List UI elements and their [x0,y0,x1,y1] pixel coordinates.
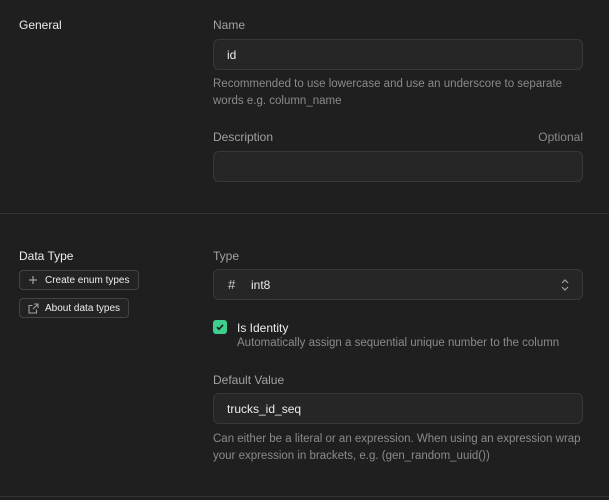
description-label: Description [213,130,274,144]
type-select-value: int8 [251,277,271,292]
is-identity-description: Automatically assign a sequential unique… [237,337,560,349]
name-label: Name [213,18,246,32]
type-select[interactable]: # int8 [213,269,583,300]
data-type-section-title: Data Type [19,249,74,263]
is-identity-checkbox[interactable] [213,320,227,334]
name-input[interactable] [213,39,583,70]
hash-icon: # [228,277,236,292]
about-data-types-button[interactable]: About data types [19,298,130,318]
chevron-up-down-icon [560,278,572,292]
section-divider [0,213,609,214]
external-link-icon [27,302,39,314]
default-value-help-text: Can either be a literal or an expression… [213,433,581,462]
general-section-title: General [19,18,62,32]
check-icon [216,324,224,331]
description-input[interactable] [213,151,583,182]
description-optional-tag: Optional [538,130,583,144]
about-data-types-label: About data types [45,302,121,314]
name-help-text: Recommended to use lowercase and use an … [213,78,563,107]
bottom-divider [0,496,609,497]
create-enum-types-label: Create enum types [45,274,130,286]
create-enum-types-button[interactable]: Create enum types [19,270,139,290]
column-editor-panel: General Name Recommended to use lowercas… [0,0,609,500]
type-label: Type [213,249,240,263]
is-identity-label: Is Identity [237,321,289,335]
plus-icon [27,274,39,286]
default-value-input[interactable] [213,393,583,424]
default-value-label: Default Value [213,373,285,387]
